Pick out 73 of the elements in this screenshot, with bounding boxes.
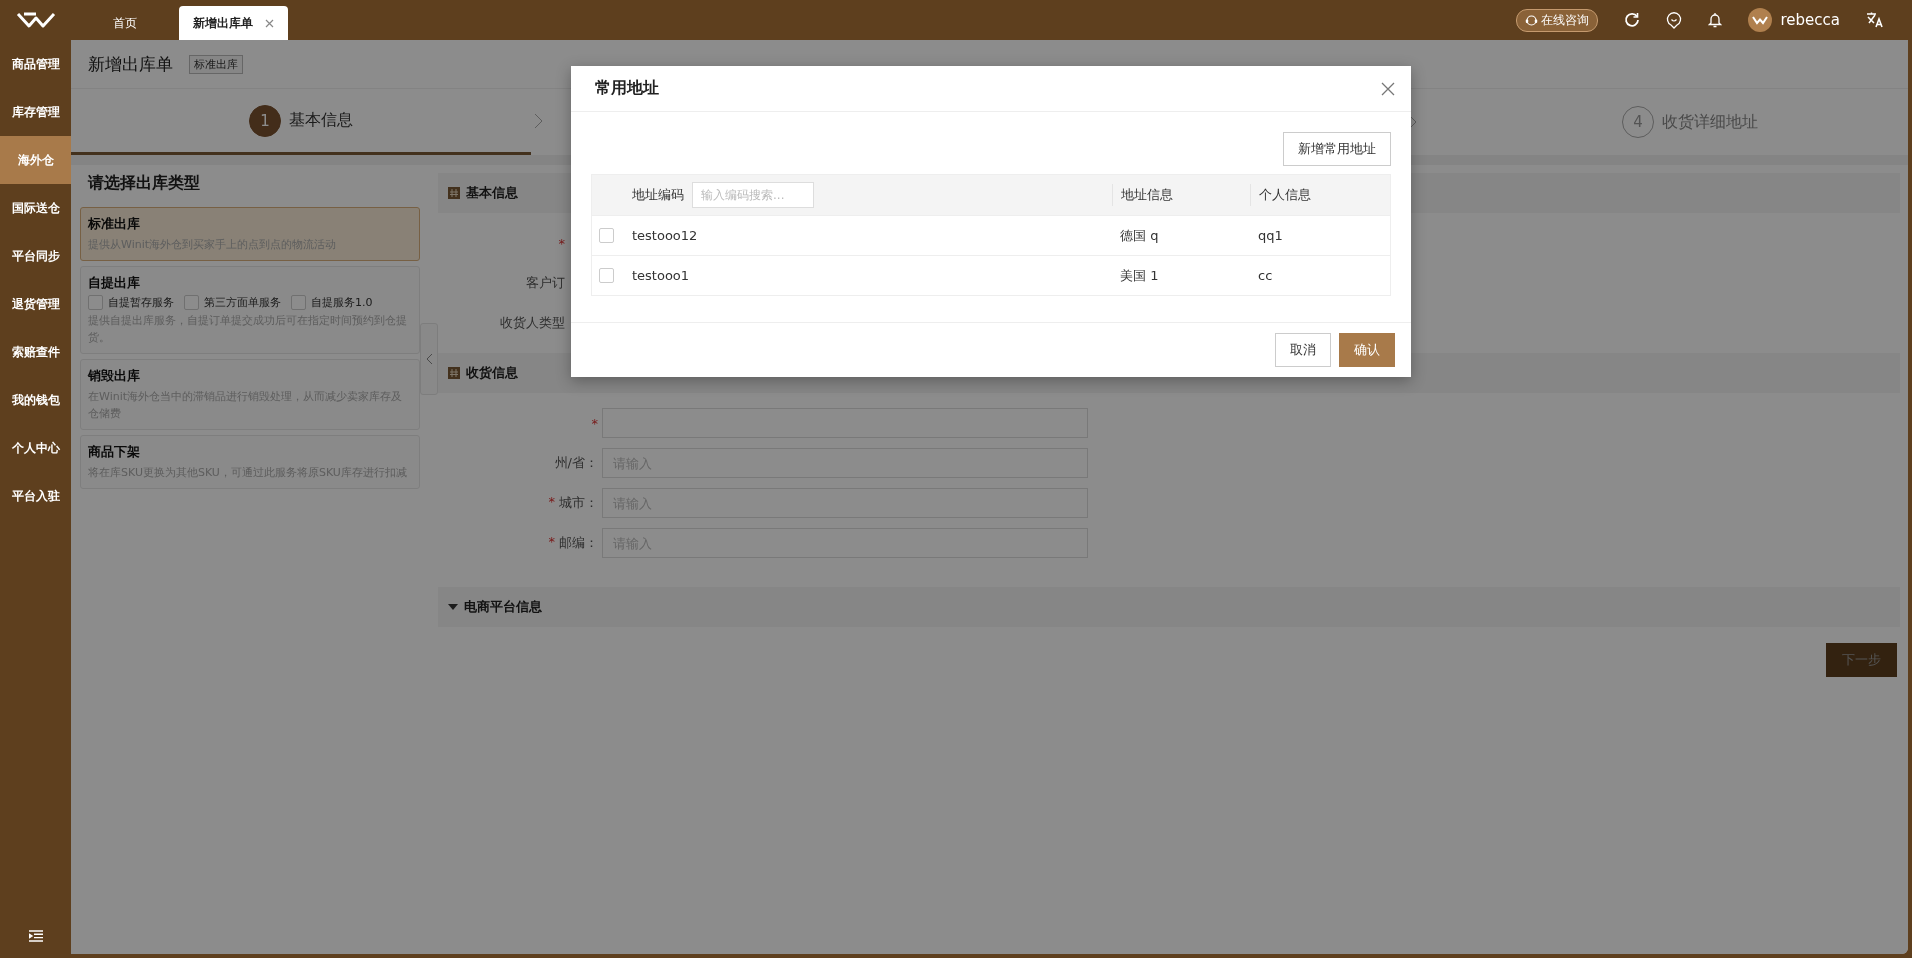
checkbox-label: 第三方面单服务 [204, 295, 281, 310]
refresh-icon[interactable] [1624, 12, 1641, 28]
table-cell: testooo12 [632, 228, 698, 243]
required-mark: * [548, 494, 555, 511]
user-name[interactable]: rebecca [1780, 11, 1840, 29]
field-label: 邮编： [559, 534, 598, 552]
sidebar-item[interactable]: 退货管理 [0, 280, 71, 328]
panel-heading: 请选择出库类型 [86, 173, 201, 194]
sidebar-item[interactable]: 个人中心 [0, 424, 71, 472]
collapse-handle[interactable] [420, 323, 438, 395]
type-title: 商品下架 [88, 443, 141, 461]
page-tab[interactable]: 新增出库单 [179, 6, 288, 40]
checkbox-label: 自提暂存服务 [108, 295, 174, 310]
field-label: 收货人类型 [500, 314, 565, 332]
field-label: 城市： [559, 494, 598, 512]
grid-icon [448, 187, 460, 199]
consult-button[interactable]: 在线咨询 [1516, 8, 1599, 32]
required-mark: * [558, 235, 565, 251]
step: 1 基本信息 [249, 104, 353, 137]
bell-icon[interactable] [1708, 12, 1723, 28]
sidebar-item[interactable]: 国际送仓 [0, 184, 71, 232]
sidebar-item[interactable]: 平台同步 [0, 232, 71, 280]
add-address-button[interactable]: 新增常用地址 [1283, 132, 1391, 166]
close-icon[interactable] [1381, 81, 1395, 96]
close-icon[interactable] [265, 18, 274, 28]
cancel-button[interactable]: 取消 [1275, 333, 1331, 367]
translate-icon[interactable] [1866, 12, 1884, 28]
field-label: 州/省： [554, 454, 598, 472]
column-header: 个人信息 [1259, 186, 1311, 204]
chevron-right-icon [534, 112, 543, 129]
required-mark: * [548, 534, 555, 551]
table-cell: testooo1 [632, 268, 690, 283]
sidebar-item[interactable]: 索赔查件 [0, 328, 71, 376]
grid-icon [448, 367, 460, 379]
type-title: 销毁出库 [88, 367, 141, 385]
page-tab[interactable]: 首页 [81, 6, 169, 40]
sidebar-item[interactable]: 我的钱包 [0, 376, 71, 424]
page-title: 新增出库单 [88, 52, 173, 76]
section-title: 基本信息 [466, 184, 518, 202]
type-tag: 标准出库 [189, 54, 243, 74]
headset-icon [1525, 13, 1539, 27]
search-field[interactable]: 输入编码搜索... [692, 182, 814, 208]
checkbox[interactable] [291, 295, 306, 310]
row-checkbox[interactable] [599, 228, 614, 243]
section-title: 收货信息 [466, 364, 518, 382]
table-cell: 德国 q [1120, 226, 1159, 245]
required-mark: * [591, 415, 598, 431]
confirm-button[interactable]: 确认 [1339, 333, 1395, 367]
avatar-icon[interactable] [1748, 8, 1773, 32]
sidebar-item[interactable]: 平台入驻 [0, 472, 71, 520]
table-cell: qq1 [1258, 228, 1283, 243]
checkbox[interactable] [88, 295, 103, 310]
row-checkbox[interactable] [599, 268, 614, 283]
type-title: 自提出库 [88, 274, 141, 292]
type-title: 标准出库 [88, 215, 141, 233]
column-header: 地址编码 [632, 186, 684, 204]
checkbox-label: 自提服务1.0 [311, 295, 373, 310]
logo-icon [15, 11, 56, 29]
menu-fold-icon[interactable] [28, 930, 43, 942]
chevron-left-icon [425, 353, 433, 365]
section-title: 电商平台信息 [464, 598, 542, 616]
sidebar-item[interactable]: 海外仓 [0, 136, 71, 184]
smile-icon[interactable] [1666, 11, 1683, 29]
sidebar-item[interactable]: 库存管理 [0, 88, 71, 136]
field-label: 客户订 [526, 274, 565, 292]
table-cell: cc [1258, 268, 1273, 283]
sidebar-item[interactable]: 商品管理 [0, 40, 71, 88]
column-header: 地址信息 [1121, 186, 1173, 204]
checkbox[interactable] [184, 295, 199, 310]
table-cell: 美国 1 [1120, 266, 1159, 285]
step: 4 收货详细地址 [1622, 106, 1758, 138]
caret-down-icon[interactable] [448, 603, 458, 611]
dialog-title: 常用地址 [595, 78, 659, 99]
